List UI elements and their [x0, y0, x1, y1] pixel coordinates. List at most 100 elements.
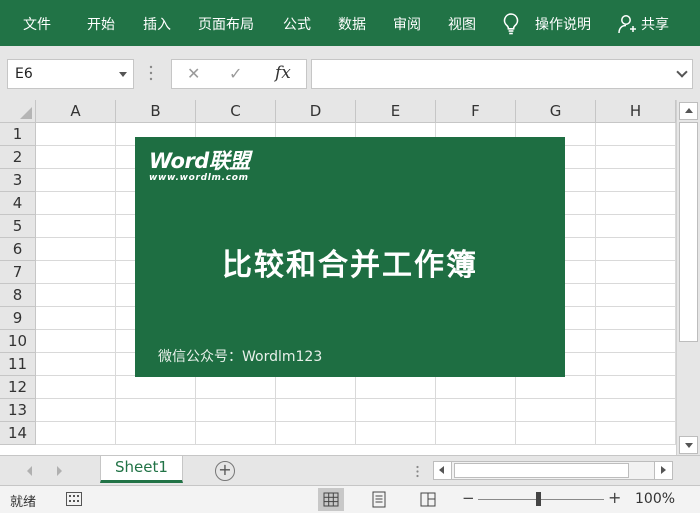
cell-c13[interactable] — [196, 399, 276, 422]
cell-h4[interactable] — [596, 192, 676, 215]
plus-circle-icon[interactable]: + — [215, 461, 235, 481]
drag-handle-icon[interactable] — [149, 64, 153, 82]
sheet-prev-icon[interactable] — [27, 466, 32, 476]
row-header-10[interactable]: 10 — [0, 330, 36, 353]
cell-d13[interactable] — [276, 399, 356, 422]
tab-data[interactable]: 数据 — [338, 14, 366, 34]
cell-c14[interactable] — [196, 422, 276, 445]
page-break-view-icon[interactable] — [415, 488, 441, 511]
sheet-tab-sheet1[interactable]: Sheet1 — [100, 456, 183, 483]
column-header-a[interactable]: A — [36, 100, 116, 123]
cell-e12[interactable] — [356, 376, 436, 399]
name-box[interactable]: E6 — [7, 59, 134, 89]
scroll-right-icon[interactable] — [654, 462, 672, 479]
lightbulb-icon[interactable] — [501, 12, 521, 36]
row-header-6[interactable]: 6 — [0, 238, 36, 261]
share-button[interactable]: 共享 — [641, 14, 669, 34]
banner-image[interactable]: Word联盟 www.wordlm.com 比较和合并工作簿 微信公众号：Wor… — [135, 137, 565, 377]
row-header-8[interactable]: 8 — [0, 284, 36, 307]
cell-a12[interactable] — [36, 376, 116, 399]
row-header-3[interactable]: 3 — [0, 169, 36, 192]
macro-record-icon[interactable] — [66, 492, 82, 506]
cell-h2[interactable] — [596, 146, 676, 169]
row-header-4[interactable]: 4 — [0, 192, 36, 215]
cell-f13[interactable] — [436, 399, 516, 422]
row-header-9[interactable]: 9 — [0, 307, 36, 330]
cell-h13[interactable] — [596, 399, 676, 422]
cell-g13[interactable] — [516, 399, 596, 422]
cell-b12[interactable] — [116, 376, 196, 399]
row-header-12[interactable]: 12 — [0, 376, 36, 399]
tab-insert[interactable]: 插入 — [143, 14, 171, 34]
scroll-down-icon[interactable] — [679, 436, 698, 454]
cell-h6[interactable] — [596, 238, 676, 261]
column-header-h[interactable]: H — [596, 100, 676, 123]
cell-a9[interactable] — [36, 307, 116, 330]
cell-h5[interactable] — [596, 215, 676, 238]
normal-view-icon[interactable] — [318, 488, 344, 511]
column-header-e[interactable]: E — [356, 100, 436, 123]
column-header-f[interactable]: F — [436, 100, 516, 123]
horizontal-scrollbar[interactable] — [433, 461, 673, 480]
cell-a1[interactable] — [36, 123, 116, 146]
tell-me-button[interactable]: 操作说明 — [535, 14, 591, 34]
column-header-d[interactable]: D — [276, 100, 356, 123]
expand-formula-bar-icon[interactable] — [676, 66, 688, 78]
scroll-up-icon[interactable] — [679, 102, 698, 120]
row-header-5[interactable]: 5 — [0, 215, 36, 238]
cell-a6[interactable] — [36, 238, 116, 261]
page-layout-view-icon[interactable] — [366, 488, 392, 511]
row-header-2[interactable]: 2 — [0, 146, 36, 169]
share-user-icon[interactable] — [618, 14, 636, 34]
cell-a5[interactable] — [36, 215, 116, 238]
cell-a2[interactable] — [36, 146, 116, 169]
row-header-11[interactable]: 11 — [0, 353, 36, 376]
cell-h3[interactable] — [596, 169, 676, 192]
vertical-scrollbar[interactable] — [676, 100, 700, 455]
cell-b13[interactable] — [116, 399, 196, 422]
cell-f14[interactable] — [436, 422, 516, 445]
scroll-left-icon[interactable] — [434, 462, 452, 479]
tab-review[interactable]: 审阅 — [393, 14, 421, 34]
tab-home[interactable]: 开始 — [87, 14, 115, 34]
cell-f12[interactable] — [436, 376, 516, 399]
enter-check-icon[interactable]: ✓ — [229, 64, 242, 83]
cell-e14[interactable] — [356, 422, 436, 445]
tab-view[interactable]: 视图 — [448, 14, 476, 34]
cell-e13[interactable] — [356, 399, 436, 422]
row-header-14[interactable]: 14 — [0, 422, 36, 445]
cell-a10[interactable] — [36, 330, 116, 353]
cell-h9[interactable] — [596, 307, 676, 330]
cell-g12[interactable] — [516, 376, 596, 399]
chevron-down-icon[interactable] — [119, 72, 127, 77]
cell-d12[interactable] — [276, 376, 356, 399]
cell-a14[interactable] — [36, 422, 116, 445]
insert-function-button[interactable]: fx — [275, 63, 291, 83]
tab-file[interactable]: 文件 — [23, 14, 51, 34]
row-header-7[interactable]: 7 — [0, 261, 36, 284]
vertical-scroll-thumb[interactable] — [679, 122, 698, 342]
cell-a11[interactable] — [36, 353, 116, 376]
cell-h11[interactable] — [596, 353, 676, 376]
tab-formulas[interactable]: 公式 — [283, 14, 311, 34]
cell-a4[interactable] — [36, 192, 116, 215]
cell-d14[interactable] — [276, 422, 356, 445]
select-all-corner[interactable] — [0, 100, 36, 123]
column-header-g[interactable]: G — [516, 100, 596, 123]
horizontal-scroll-thumb[interactable] — [454, 463, 629, 478]
zoom-in-button[interactable]: + — [608, 488, 621, 507]
row-header-13[interactable]: 13 — [0, 399, 36, 422]
column-header-b[interactable]: B — [116, 100, 196, 123]
zoom-slider-thumb[interactable] — [536, 492, 541, 506]
cell-b14[interactable] — [116, 422, 196, 445]
cell-a13[interactable] — [36, 399, 116, 422]
cell-h8[interactable] — [596, 284, 676, 307]
row-header-1[interactable]: 1 — [0, 123, 36, 146]
cell-a8[interactable] — [36, 284, 116, 307]
formula-input[interactable] — [311, 59, 693, 89]
cell-h1[interactable] — [596, 123, 676, 146]
cell-h7[interactable] — [596, 261, 676, 284]
cell-h10[interactable] — [596, 330, 676, 353]
tab-page-layout[interactable]: 页面布局 — [198, 14, 254, 34]
sheet-next-icon[interactable] — [57, 466, 62, 476]
